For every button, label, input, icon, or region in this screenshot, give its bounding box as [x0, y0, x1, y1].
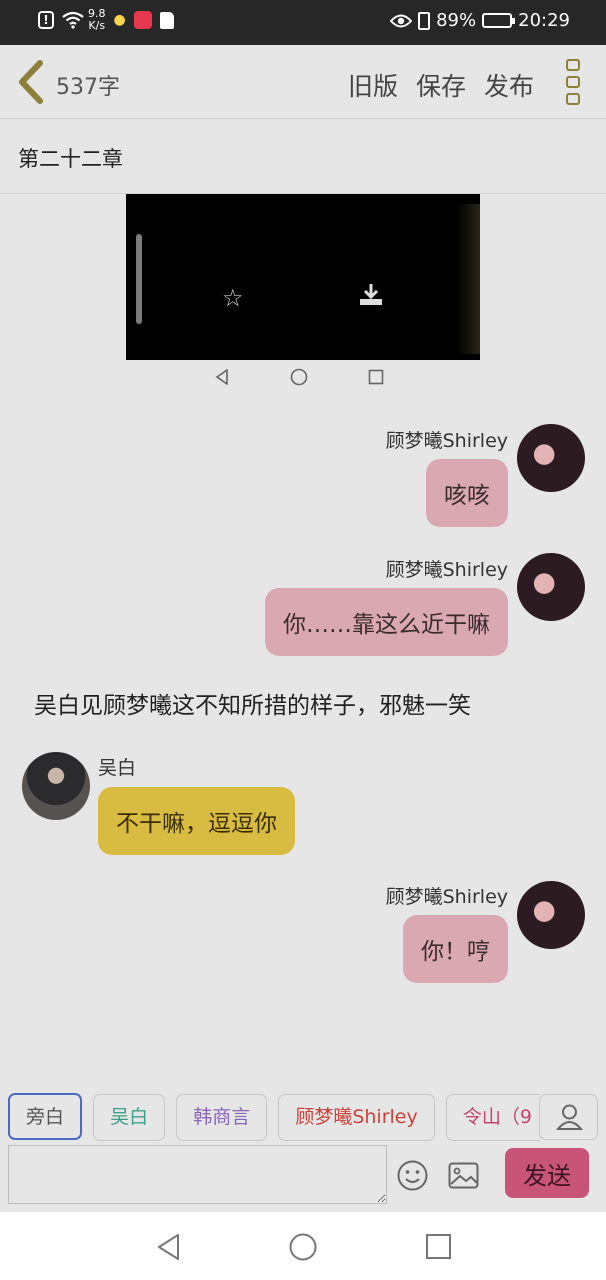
wifi-icon — [62, 11, 84, 29]
character-chip-narrator[interactable]: 旁白 — [8, 1093, 83, 1140]
old-version-button[interactable]: 旧版 — [348, 67, 398, 103]
chapter-title[interactable]: 第二十二章 — [18, 143, 123, 173]
back-button[interactable] — [14, 59, 50, 105]
image-shadow — [456, 204, 480, 354]
character-chip-lingshan[interactable]: 令山（9 — [445, 1094, 540, 1141]
character-chip-hanshangyan[interactable]: 韩商言 — [176, 1094, 268, 1141]
message-bubble[interactable]: 你！哼 — [403, 915, 508, 983]
message-speaker: 顾梦曦Shirley — [385, 559, 508, 581]
chevron-left-icon — [19, 60, 43, 104]
bulb-icon: ● — [113, 12, 126, 28]
recents-square-icon — [368, 369, 384, 385]
image-icon — [448, 1162, 479, 1189]
narration-text[interactable]: 吴白见顾梦曦这不知所措的样子，邪魅一笑 — [34, 686, 471, 720]
character-selector: 旁白 吴白 韩商言 顾梦曦Shirley 令山（9 — [8, 1093, 540, 1141]
character-chip-wubai[interactable]: 吴白 — [93, 1094, 166, 1141]
battery-icon — [482, 13, 516, 28]
more-dot-icon — [566, 93, 580, 105]
image-button[interactable] — [448, 1162, 479, 1189]
clock: 20:29 — [518, 10, 570, 31]
message-speaker: 顾梦曦Shirley — [385, 430, 508, 452]
eye-icon — [390, 13, 413, 29]
header-actions: 旧版 保存 发布 — [348, 67, 534, 103]
editor-header: 537字 旧版 保存 发布 — [0, 45, 606, 119]
more-dot-icon — [566, 76, 580, 88]
vibrate-icon — [418, 11, 431, 30]
net-speed-unit: K/s — [88, 19, 106, 32]
avatar[interactable] — [517, 881, 585, 949]
message-bubble[interactable]: 咳咳 — [426, 459, 508, 527]
back-triangle-icon — [215, 369, 228, 385]
embedded-screenshot-image[interactable]: ☆ — [126, 194, 480, 360]
status-left: ! 9.8 K/s ● — [38, 8, 174, 32]
image-highlight — [136, 234, 142, 324]
app-notification-icon — [133, 11, 152, 29]
message-speaker: 顾梦曦Shirley — [385, 886, 508, 908]
net-speed: 9.8 K/s — [88, 8, 106, 32]
character-chip-gumengxi[interactable]: 顾梦曦Shirley — [278, 1094, 435, 1141]
home-icon[interactable] — [288, 1232, 318, 1262]
status-bar: ! 9.8 K/s ● 89% 20:29 — [0, 0, 606, 45]
avatar[interactable] — [517, 424, 585, 492]
word-count: 537字 — [56, 75, 120, 100]
sd-card-icon — [159, 11, 174, 29]
avatar[interactable] — [517, 553, 585, 621]
home-circle-icon — [290, 368, 308, 386]
message-input[interactable] — [8, 1145, 387, 1204]
message-bubble[interactable]: 不干嘛，逗逗你 — [98, 787, 295, 855]
back-icon[interactable] — [154, 1232, 184, 1262]
battery-percent: 89% — [436, 10, 477, 31]
smiley-icon — [397, 1160, 428, 1191]
save-button[interactable]: 保存 — [416, 67, 466, 103]
embedded-nav-bar — [214, 368, 384, 386]
manage-characters-button[interactable] — [539, 1094, 598, 1140]
send-button[interactable]: 发送 — [505, 1148, 589, 1198]
publish-button[interactable]: 发布 — [484, 67, 534, 103]
status-right: 89% 20:29 — [390, 10, 570, 31]
person-icon — [555, 1104, 584, 1130]
star-icon: ☆ — [222, 284, 244, 312]
download-icon — [358, 282, 384, 308]
message-speaker: 吴白 — [98, 757, 137, 779]
more-menu-button[interactable] — [566, 59, 580, 105]
avatar[interactable] — [22, 752, 90, 820]
alert-icon: ! — [38, 11, 54, 29]
system-nav-bar — [0, 1212, 606, 1280]
more-dot-icon — [566, 59, 580, 71]
recents-icon[interactable] — [424, 1232, 454, 1262]
emoji-button[interactable] — [397, 1160, 428, 1191]
message-bubble[interactable]: 你……靠这么近干嘛 — [265, 588, 508, 656]
